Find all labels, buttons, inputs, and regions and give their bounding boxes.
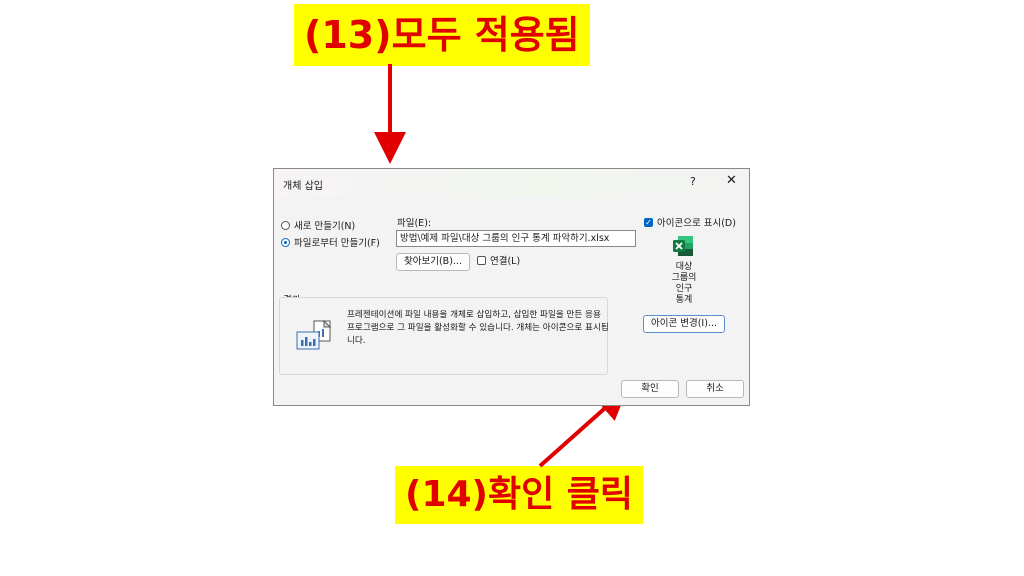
radio-circle-selected[interactable]	[281, 237, 290, 247]
ok-button[interactable]: 확인	[621, 380, 679, 398]
change-icon-button[interactable]: 아이콘 변경(I)...	[643, 315, 725, 333]
radio-create-from-file-label: 파일로부터 만들기(F)	[294, 238, 380, 249]
radio-create-from-file[interactable]: 파일로부터 만들기(F)	[281, 235, 380, 249]
checkbox-checked[interactable]: ✓	[644, 217, 653, 227]
radio-create-new[interactable]: 새로 만들기(N)	[281, 218, 355, 232]
display-as-icon-label: 아이콘으로 표시(D)	[657, 218, 736, 229]
link-checkbox-label: 연결(L)	[490, 256, 521, 267]
cancel-button[interactable]: 취소	[686, 380, 744, 398]
annotation-label-top: (13)모두 적용됨	[294, 4, 590, 66]
annotation-label-bottom: (14)확인 클릭	[395, 466, 644, 524]
dialog-titlebar: 개체 삽입 ? ✕	[274, 169, 749, 197]
excel-icon	[673, 236, 693, 256]
checkbox-box[interactable]	[477, 255, 486, 265]
file-path-input[interactable]: 방법\예제 파일\대상 그룹의 인구 통계 파악하기.xlsx	[396, 230, 636, 247]
insert-object-dialog: 개체 삽입 ? ✕ 새로 만들기(N) 파일로부터 만들기(F) 파일(E): …	[273, 168, 750, 406]
radio-create-new-label: 새로 만들기(N)	[294, 221, 356, 232]
link-checkbox[interactable]: 연결(L)	[477, 253, 520, 267]
icon-caption: 대상 그룹의 인구 통계	[671, 262, 697, 305]
browse-button[interactable]: 찾아보기(B)...	[396, 253, 470, 271]
display-as-icon-checkbox[interactable]: ✓ 아이콘으로 표시(D)	[644, 215, 736, 229]
dialog-title: 개체 삽입	[283, 181, 323, 192]
radio-circle[interactable]	[281, 220, 290, 230]
help-button[interactable]: ?	[690, 175, 696, 188]
file-label: 파일(E):	[397, 218, 432, 229]
close-button[interactable]: ✕	[726, 173, 737, 188]
embedded-object-icon	[296, 319, 332, 350]
result-description: 프레젠테이션에 파일 내용을 개체로 삽입하고, 삽입한 파일을 만든 응용 프…	[347, 310, 609, 346]
